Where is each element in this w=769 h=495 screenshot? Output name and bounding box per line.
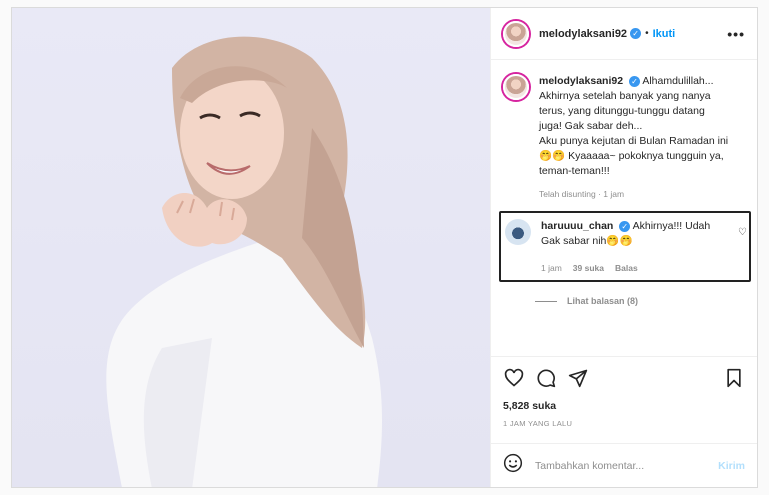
comment-item: haruuuu_chan ✓ Akhirnya!!! Udah Gak saba… — [499, 211, 751, 282]
comment-reply-button[interactable]: Balas — [615, 261, 638, 276]
likes-count[interactable]: 5,828 suka — [491, 400, 757, 412]
replies-line — [535, 300, 557, 302]
caption-username[interactable]: melodylaksani92 — [539, 75, 623, 87]
caption-body: melodylaksani92 ✓ Alhamdulillah... Akhir… — [539, 74, 728, 179]
comment-time: 1 jam — [541, 263, 562, 273]
view-replies-label: Lihat balasan (8) — [567, 296, 639, 306]
verified-icon: ✓ — [628, 75, 640, 87]
separator-dot: • — [645, 28, 649, 39]
caption: melodylaksani92 ✓ Alhamdulillah... Akhir… — [503, 74, 745, 179]
share-icon[interactable] — [567, 367, 589, 389]
caption-text: Alhamdulillah... Akhirnya setelah banyak… — [539, 75, 729, 177]
emoji-icon[interactable] — [503, 453, 523, 478]
header-username[interactable]: melodylaksani92 — [539, 28, 627, 40]
caption-avatar[interactable] — [503, 74, 529, 100]
bookmark-icon[interactable] — [723, 367, 745, 389]
commenter-avatar[interactable] — [505, 219, 531, 245]
comment-body: haruuuu_chan ✓ Akhirnya!!! Udah Gak saba… — [541, 219, 721, 276]
post-sidebar: melodylaksani92 ✓ • Ikuti ••• melodylaks… — [490, 8, 757, 487]
post-photo[interactable] — [12, 8, 490, 487]
caption-meta: Telah disunting · 1 jam — [539, 189, 625, 199]
follow-button[interactable]: Ikuti — [653, 28, 676, 40]
comments-section[interactable]: melodylaksani92 ✓ Alhamdulillah... Akhir… — [491, 60, 757, 356]
add-comment-bar: Kirim — [491, 443, 757, 487]
comment-input[interactable] — [535, 459, 719, 472]
heart-icon[interactable] — [503, 367, 525, 389]
more-options-icon[interactable]: ••• — [727, 26, 745, 42]
comment-icon[interactable] — [535, 367, 557, 389]
verified-icon: ✓ — [630, 28, 642, 39]
view-replies-button[interactable]: Lihat balasan (8) — [535, 296, 745, 306]
comment-likes[interactable]: 39 suka — [573, 261, 604, 276]
verified-icon: ✓ — [619, 220, 631, 232]
avatar[interactable] — [503, 20, 529, 47]
comment-username[interactable]: haruuuu_chan — [541, 220, 613, 232]
action-icons — [503, 367, 745, 389]
send-comment-button[interactable]: Kirim — [718, 460, 745, 472]
woman-hijab-image — [106, 36, 382, 487]
post-card: melodylaksani92 ✓ • Ikuti ••• melodylaks… — [11, 7, 758, 488]
comment-meta: 1 jam 39 suka Balas — [541, 261, 721, 276]
post-header: melodylaksani92 ✓ • Ikuti ••• — [491, 8, 757, 60]
post-time: 1 JAM YANG LALU — [503, 419, 573, 428]
comment-like-heart-icon[interactable]: ♡ — [738, 227, 747, 238]
